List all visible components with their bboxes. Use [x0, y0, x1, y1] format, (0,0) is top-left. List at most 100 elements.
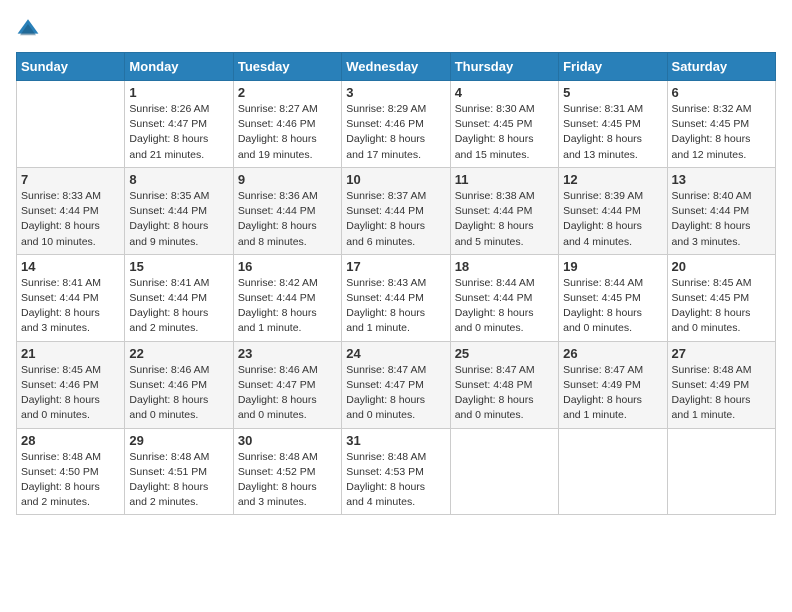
calendar-cell: 12 Sunrise: 8:39 AMSunset: 4:44 PMDayligh… — [559, 167, 667, 254]
day-info: Sunrise: 8:31 AMSunset: 4:45 PMDaylight:… — [563, 102, 662, 163]
day-number: 25 — [455, 346, 554, 361]
calendar-cell: 21Sunrise: 8:45 AMSunset: 4:46 PMDayligh… — [17, 341, 125, 428]
day-info: Sunrise: 8:40 AMSunset: 4:44 PMDaylight:… — [672, 189, 771, 250]
day-info: Sunrise: 8:48 AMSunset: 4:49 PMDaylight:… — [672, 363, 771, 424]
day-number: 29 — [129, 433, 228, 448]
day-number: 13 — [672, 172, 771, 187]
calendar-cell: 4Sunrise: 8:30 AMSunset: 4:45 PMDaylight… — [450, 81, 558, 168]
days-header-row: SundayMondayTuesdayWednesdayThursdayFrid… — [17, 53, 776, 81]
day-number: 30 — [238, 433, 337, 448]
day-header-tuesday: Tuesday — [233, 53, 341, 81]
day-info: Sunrise: 8:38 AMSunset: 4:44 PMDaylight:… — [455, 189, 554, 250]
calendar-cell: 22 Sunrise: 8:46 AMSunset: 4:46 PMDayligh… — [125, 341, 233, 428]
day-number: 12 — [563, 172, 662, 187]
day-info: Sunrise: 8:45 AMSunset: 4:46 PMDaylight:… — [21, 363, 120, 424]
calendar-cell: 1 Sunrise: 8:26 AMSunset: 4:47 PMDaylight… — [125, 81, 233, 168]
day-info: Sunrise: 8:45 AMSunset: 4:45 PMDaylight:… — [672, 276, 771, 337]
day-number: 28 — [21, 433, 120, 448]
day-number: 16 — [238, 259, 337, 274]
calendar-cell: 3 Sunrise: 8:29 AMSunset: 4:46 PMDaylight… — [342, 81, 450, 168]
day-info: Sunrise: 8:46 AMSunset: 4:47 PMDaylight:… — [238, 363, 337, 424]
calendar-cell: 27Sunrise: 8:48 AMSunset: 4:49 PMDayligh… — [667, 341, 775, 428]
calendar-cell: 8Sunrise: 8:35 AMSunset: 4:44 PMDaylight… — [125, 167, 233, 254]
day-number: 2 — [238, 85, 337, 100]
day-info: Sunrise: 8:47 AMSunset: 4:49 PMDaylight:… — [563, 363, 662, 424]
day-info: Sunrise: 8:42 AMSunset: 4:44 PMDaylight:… — [238, 276, 337, 337]
day-number: 19 — [563, 259, 662, 274]
day-info: Sunrise: 8:39 AMSunset: 4:44 PMDaylight:… — [563, 189, 662, 250]
calendar-cell: 7 Sunrise: 8:33 AMSunset: 4:44 PMDaylight… — [17, 167, 125, 254]
calendar-cell: 28 Sunrise: 8:48 AMSunset: 4:50 PMDayligh… — [17, 428, 125, 515]
calendar-week-3: 14 Sunrise: 8:41 AMSunset: 4:44 PMDayligh… — [17, 254, 776, 341]
calendar-cell: 31 Sunrise: 8:48 AMSunset: 4:53 PMDayligh… — [342, 428, 450, 515]
day-number: 1 — [129, 85, 228, 100]
day-info: Sunrise: 8:44 AMSunset: 4:45 PMDaylight:… — [563, 276, 662, 337]
day-header-monday: Monday — [125, 53, 233, 81]
day-number: 20 — [672, 259, 771, 274]
day-info: Sunrise: 8:29 AMSunset: 4:46 PMDaylight:… — [346, 102, 445, 163]
calendar-cell: 25 Sunrise: 8:47 AMSunset: 4:48 PMDayligh… — [450, 341, 558, 428]
calendar-table: SundayMondayTuesdayWednesdayThursdayFrid… — [16, 52, 776, 515]
day-info: Sunrise: 8:48 AMSunset: 4:53 PMDaylight:… — [346, 450, 445, 511]
day-number: 26 — [563, 346, 662, 361]
calendar-cell — [17, 81, 125, 168]
day-header-friday: Friday — [559, 53, 667, 81]
calendar-cell: 20 Sunrise: 8:45 AMSunset: 4:45 PMDayligh… — [667, 254, 775, 341]
day-info: Sunrise: 8:36 AMSunset: 4:44 PMDaylight:… — [238, 189, 337, 250]
day-header-wednesday: Wednesday — [342, 53, 450, 81]
day-info: Sunrise: 8:48 AMSunset: 4:52 PMDaylight:… — [238, 450, 337, 511]
calendar-cell: 24 Sunrise: 8:47 AMSunset: 4:47 PMDayligh… — [342, 341, 450, 428]
calendar-cell: 23 Sunrise: 8:46 AMSunset: 4:47 PMDayligh… — [233, 341, 341, 428]
calendar-cell: 17 Sunrise: 8:43 AMSunset: 4:44 PMDayligh… — [342, 254, 450, 341]
day-number: 3 — [346, 85, 445, 100]
day-info: Sunrise: 8:47 AMSunset: 4:48 PMDaylight:… — [455, 363, 554, 424]
day-info: Sunrise: 8:33 AMSunset: 4:44 PMDaylight:… — [21, 189, 120, 250]
day-number: 17 — [346, 259, 445, 274]
calendar-cell — [450, 428, 558, 515]
calendar-week-1: 1 Sunrise: 8:26 AMSunset: 4:47 PMDaylight… — [17, 81, 776, 168]
day-info: Sunrise: 8:32 AMSunset: 4:45 PMDaylight:… — [672, 102, 771, 163]
calendar-cell — [667, 428, 775, 515]
calendar-cell: 29Sunrise: 8:48 AMSunset: 4:51 PMDayligh… — [125, 428, 233, 515]
day-info: Sunrise: 8:26 AMSunset: 4:47 PMDaylight:… — [129, 102, 228, 163]
day-number: 4 — [455, 85, 554, 100]
calendar-cell: 19 Sunrise: 8:44 AMSunset: 4:45 PMDayligh… — [559, 254, 667, 341]
calendar-cell: 11Sunrise: 8:38 AMSunset: 4:44 PMDayligh… — [450, 167, 558, 254]
day-number: 8 — [129, 172, 228, 187]
day-number: 7 — [21, 172, 120, 187]
day-info: Sunrise: 8:46 AMSunset: 4:46 PMDaylight:… — [129, 363, 228, 424]
calendar-cell: 6 Sunrise: 8:32 AMSunset: 4:45 PMDaylight… — [667, 81, 775, 168]
day-number: 9 — [238, 172, 337, 187]
day-number: 22 — [129, 346, 228, 361]
day-info: Sunrise: 8:27 AMSunset: 4:46 PMDaylight:… — [238, 102, 337, 163]
day-number: 31 — [346, 433, 445, 448]
calendar-cell: 18Sunrise: 8:44 AMSunset: 4:44 PMDayligh… — [450, 254, 558, 341]
calendar-cell: 30 Sunrise: 8:48 AMSunset: 4:52 PMDayligh… — [233, 428, 341, 515]
calendar-cell: 9 Sunrise: 8:36 AMSunset: 4:44 PMDaylight… — [233, 167, 341, 254]
calendar-week-2: 7 Sunrise: 8:33 AMSunset: 4:44 PMDaylight… — [17, 167, 776, 254]
day-info: Sunrise: 8:48 AMSunset: 4:50 PMDaylight:… — [21, 450, 120, 511]
day-number: 6 — [672, 85, 771, 100]
day-number: 24 — [346, 346, 445, 361]
calendar-cell: 26 Sunrise: 8:47 AMSunset: 4:49 PMDayligh… — [559, 341, 667, 428]
calendar-cell: 14Sunrise: 8:41 AMSunset: 4:44 PMDayligh… — [17, 254, 125, 341]
page-header — [16, 16, 776, 40]
day-number: 14 — [21, 259, 120, 274]
calendar-week-4: 21Sunrise: 8:45 AMSunset: 4:46 PMDayligh… — [17, 341, 776, 428]
logo-icon — [16, 16, 40, 40]
calendar-cell: 13 Sunrise: 8:40 AMSunset: 4:44 PMDayligh… — [667, 167, 775, 254]
day-info: Sunrise: 8:37 AMSunset: 4:44 PMDaylight:… — [346, 189, 445, 250]
day-number: 18 — [455, 259, 554, 274]
day-number: 23 — [238, 346, 337, 361]
day-info: Sunrise: 8:43 AMSunset: 4:44 PMDaylight:… — [346, 276, 445, 337]
calendar-week-5: 28 Sunrise: 8:48 AMSunset: 4:50 PMDayligh… — [17, 428, 776, 515]
day-header-sunday: Sunday — [17, 53, 125, 81]
calendar-cell — [559, 428, 667, 515]
day-number: 5 — [563, 85, 662, 100]
calendar-cell: 16 Sunrise: 8:42 AMSunset: 4:44 PMDayligh… — [233, 254, 341, 341]
logo — [16, 16, 44, 40]
day-info: Sunrise: 8:41 AMSunset: 4:44 PMDaylight:… — [129, 276, 228, 337]
calendar-body: 1 Sunrise: 8:26 AMSunset: 4:47 PMDaylight… — [17, 81, 776, 515]
day-info: Sunrise: 8:47 AMSunset: 4:47 PMDaylight:… — [346, 363, 445, 424]
day-number: 10 — [346, 172, 445, 187]
